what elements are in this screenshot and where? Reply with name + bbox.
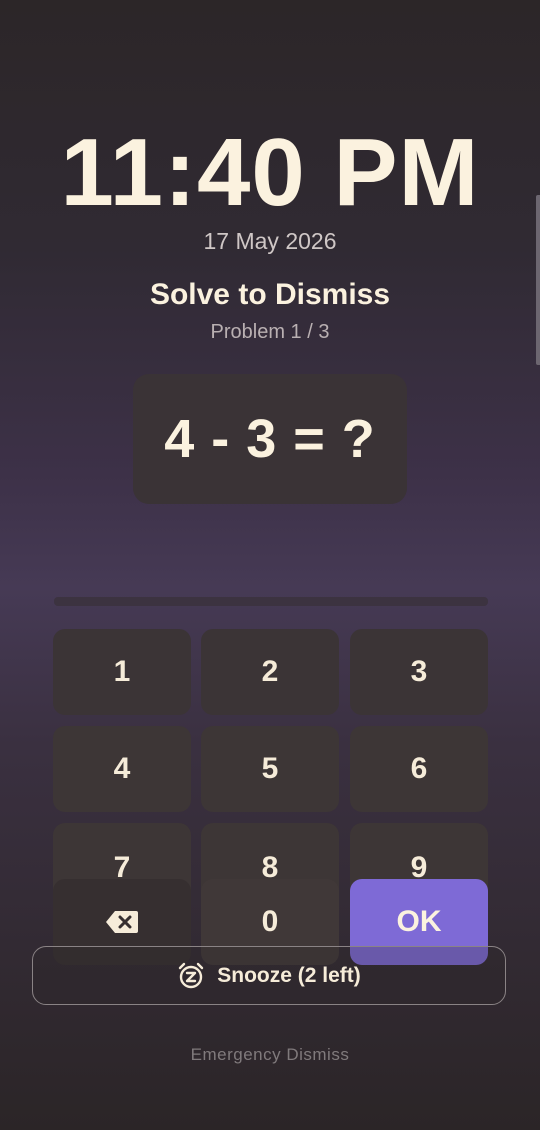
key-3[interactable]: 3 [350, 629, 488, 715]
key-4[interactable]: 4 [53, 726, 191, 812]
key-6[interactable]: 6 [350, 726, 488, 812]
backspace-icon [106, 911, 138, 933]
key-label: 3 [410, 655, 428, 688]
math-problem-card: 4 - 3 = ? [133, 374, 407, 504]
clock-time: 11:40 PM [60, 119, 480, 226]
key-2[interactable]: 2 [201, 629, 339, 715]
problem-progress: Problem 1 / 3 [210, 321, 330, 343]
ok-label: OK [396, 905, 442, 938]
challenge-title: Solve to Dismiss [149, 278, 391, 311]
snooze-alarm-icon [179, 962, 204, 988]
answer-display [54, 597, 488, 606]
key-label: 5 [261, 752, 279, 785]
key-label: 6 [410, 752, 428, 785]
key-5[interactable]: 5 [201, 726, 339, 812]
key-label: 1 [113, 655, 131, 688]
math-problem: 4 - 3 = ? [164, 409, 376, 469]
snooze-button[interactable]: Snooze (2 left) [32, 946, 506, 1005]
key-1[interactable]: 1 [53, 629, 191, 715]
key-label: 0 [261, 905, 279, 938]
emergency-dismiss-link[interactable]: Emergency Dismiss [0, 1045, 540, 1065]
snooze-label: Snooze (2 left) [217, 963, 361, 987]
key-label: 4 [113, 752, 131, 785]
key-label: 2 [261, 655, 279, 688]
date-label: 17 May 2026 [203, 228, 337, 254]
